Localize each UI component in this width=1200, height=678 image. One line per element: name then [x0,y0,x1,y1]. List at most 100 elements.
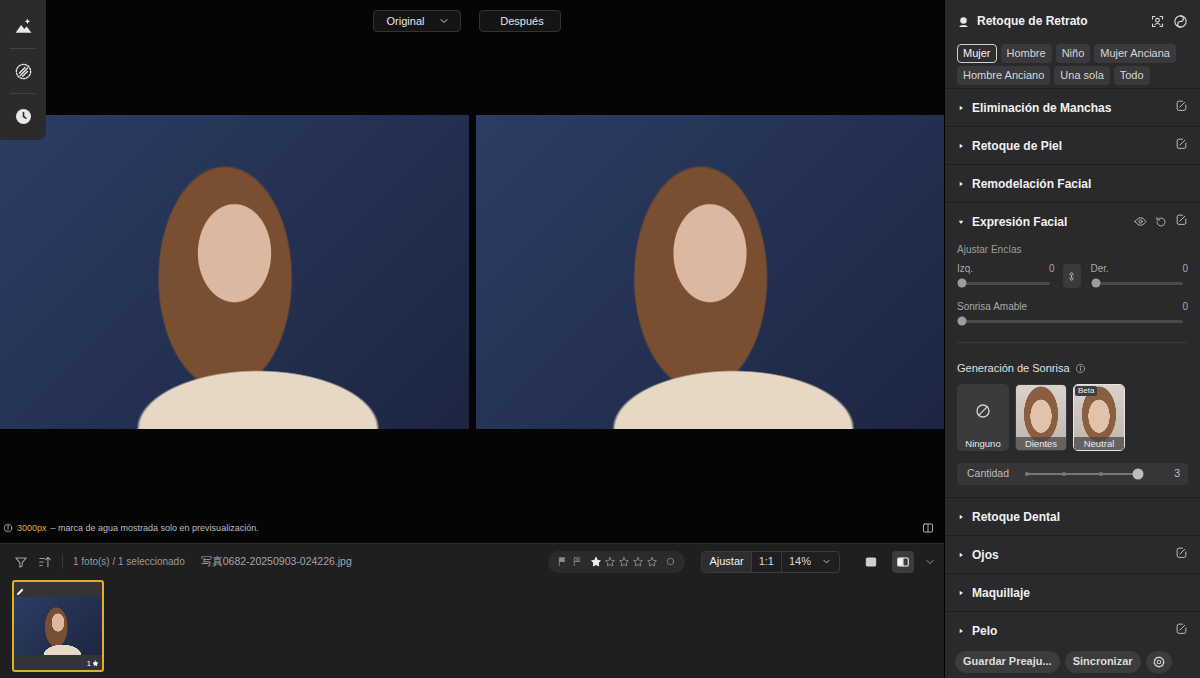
amount-value: 3 [1166,466,1180,482]
face-scan-icon[interactable] [1150,14,1165,29]
section-header[interactable]: Remodelación Facial [945,164,1200,202]
friendly-value: 0 [1182,300,1188,314]
slider-track[interactable] [1096,282,1184,285]
sync-button[interactable]: Sincronizar [1065,651,1141,673]
pick-flag-icon[interactable] [557,556,568,567]
preset-chip[interactable]: Niño [1056,44,1091,63]
filmstrip: 1 foto(s) / 1 seleccionado写真0682-2025090… [0,543,944,678]
preset-chip[interactable]: Todo [1114,66,1150,85]
thumbnail[interactable]: 1 [12,580,104,672]
expand-triangle-icon[interactable] [957,589,965,597]
ai-portrait-tool[interactable] [0,4,46,48]
preset-chip[interactable]: Hombre Anciano [957,66,1050,85]
preset-chip[interactable]: Mujer Anciana [1094,44,1176,63]
section-header[interactable]: Pelo [945,611,1200,645]
collapse-triangle-icon[interactable] [957,218,965,226]
smile-option[interactable]: Ninguno [957,384,1009,451]
settings-button[interactable] [1146,651,1172,673]
eraser-slot [1175,137,1188,155]
section-header[interactable]: Ojos [945,535,1200,573]
slider-thumb[interactable] [1133,469,1144,480]
amount-slider[interactable] [1027,473,1138,475]
zoom-dropdown[interactable]: 14% [781,552,839,572]
smile-options: NingunoDientesNeutralBeta [957,384,1188,451]
color-label-icon[interactable] [665,556,676,567]
expand-triangle-icon[interactable] [957,142,965,150]
section-header[interactable]: Eliminación de Manchas [945,88,1200,126]
eraser-icon[interactable] [1175,546,1188,559]
eraser-icon[interactable] [1175,137,1188,150]
smile-option[interactable]: Dientes [1015,384,1067,451]
reject-flag-icon[interactable] [572,556,583,567]
star-icon[interactable] [604,556,616,568]
star-icon[interactable] [632,556,644,568]
zoom-value: 14% [789,553,811,570]
fit-button[interactable]: Ajustar [702,552,750,572]
history-tool[interactable] [0,94,46,138]
view-mode-button[interactable] [860,551,882,573]
eraser-icon[interactable] [1175,622,1188,635]
preset-chip[interactable]: Una sola [1054,66,1109,85]
retouch-panel: Retoque de Retrato MujerHombreNiñoMujer A… [945,0,1200,678]
help-icon[interactable] [1075,363,1086,374]
side-value: 0 [1182,262,1188,276]
section-title: Pelo [972,622,1168,640]
after-button[interactable]: Después [479,10,561,32]
preset-chip[interactable]: Hombre [1001,44,1052,63]
mask-tool[interactable] [0,49,46,93]
section-header[interactable]: Retoque Dental [945,497,1200,535]
eraser-icon[interactable] [1175,99,1188,112]
thumbnail-photo [14,597,102,655]
friendly-label: Sonrisa Amable [957,300,1027,314]
ai-portrait-icon [14,17,33,36]
star-icon[interactable] [646,556,658,568]
sort-icon[interactable] [38,555,52,569]
slider-thumb[interactable] [958,279,967,288]
gums-slider[interactable] [957,276,1055,290]
slider-thumb[interactable] [958,317,967,326]
expand-triangle-icon[interactable] [957,551,965,559]
friendly-slider[interactable] [957,314,1188,328]
star-icon[interactable] [590,556,602,568]
toggle-icon[interactable] [1173,14,1188,29]
eraser-icon[interactable] [1175,213,1188,226]
gums-slider[interactable] [1091,276,1189,290]
save-preset-button[interactable]: Guardar Preaju... [955,651,1060,673]
actual-size-button[interactable]: 1:1 [751,552,781,572]
section-header[interactable]: Retoque de Piel [945,126,1200,164]
watermark-notice: 3000px– marca de agua mostrada solo en p… [0,522,944,544]
slider-track[interactable] [962,282,1050,285]
expand-triangle-icon[interactable] [957,627,965,635]
compare-dropdown[interactable]: Original [373,10,462,32]
eye-icon[interactable] [1134,215,1147,228]
split-view-icon[interactable] [922,522,934,534]
option-label: Neutral [1074,437,1124,450]
smile-generation-header: Generación de Sonrisa [957,361,1188,375]
export-size: 3000px [17,522,47,536]
expand-triangle-icon[interactable] [957,180,965,188]
smile-generation-title: Generación de Sonrisa [957,361,1070,375]
filter-icon[interactable] [14,555,28,569]
section-header[interactable]: Maquillaje [945,573,1200,611]
view-mode-button[interactable] [892,551,914,573]
star-rating[interactable] [590,556,658,568]
expand-triangle-icon[interactable] [957,104,965,112]
link-toggle[interactable] [1063,264,1081,288]
zoom-controls: Ajustar1:1 14% [701,551,840,573]
section-title: Retoque de Piel [972,137,1168,155]
smile-option[interactable]: NeutralBeta [1073,384,1125,451]
none-preview [958,385,1008,437]
expand-triangle-icon[interactable] [957,513,965,521]
panel-header: Retoque de Retrato [945,0,1200,42]
slider-thumb[interactable] [1091,279,1100,288]
section-header[interactable]: Expresión Facial [945,202,1200,240]
side-label: Der. [1091,262,1109,276]
chevron-down-icon[interactable] [924,556,936,568]
reset-icon[interactable] [1155,216,1167,228]
star-icon[interactable] [618,556,630,568]
view-controls: Original Después [0,0,944,42]
slider-track[interactable] [962,320,1183,323]
section-tools [1134,213,1188,231]
preset-chip[interactable]: Mujer [957,44,997,63]
value-row: Der. 0 [1091,262,1189,276]
